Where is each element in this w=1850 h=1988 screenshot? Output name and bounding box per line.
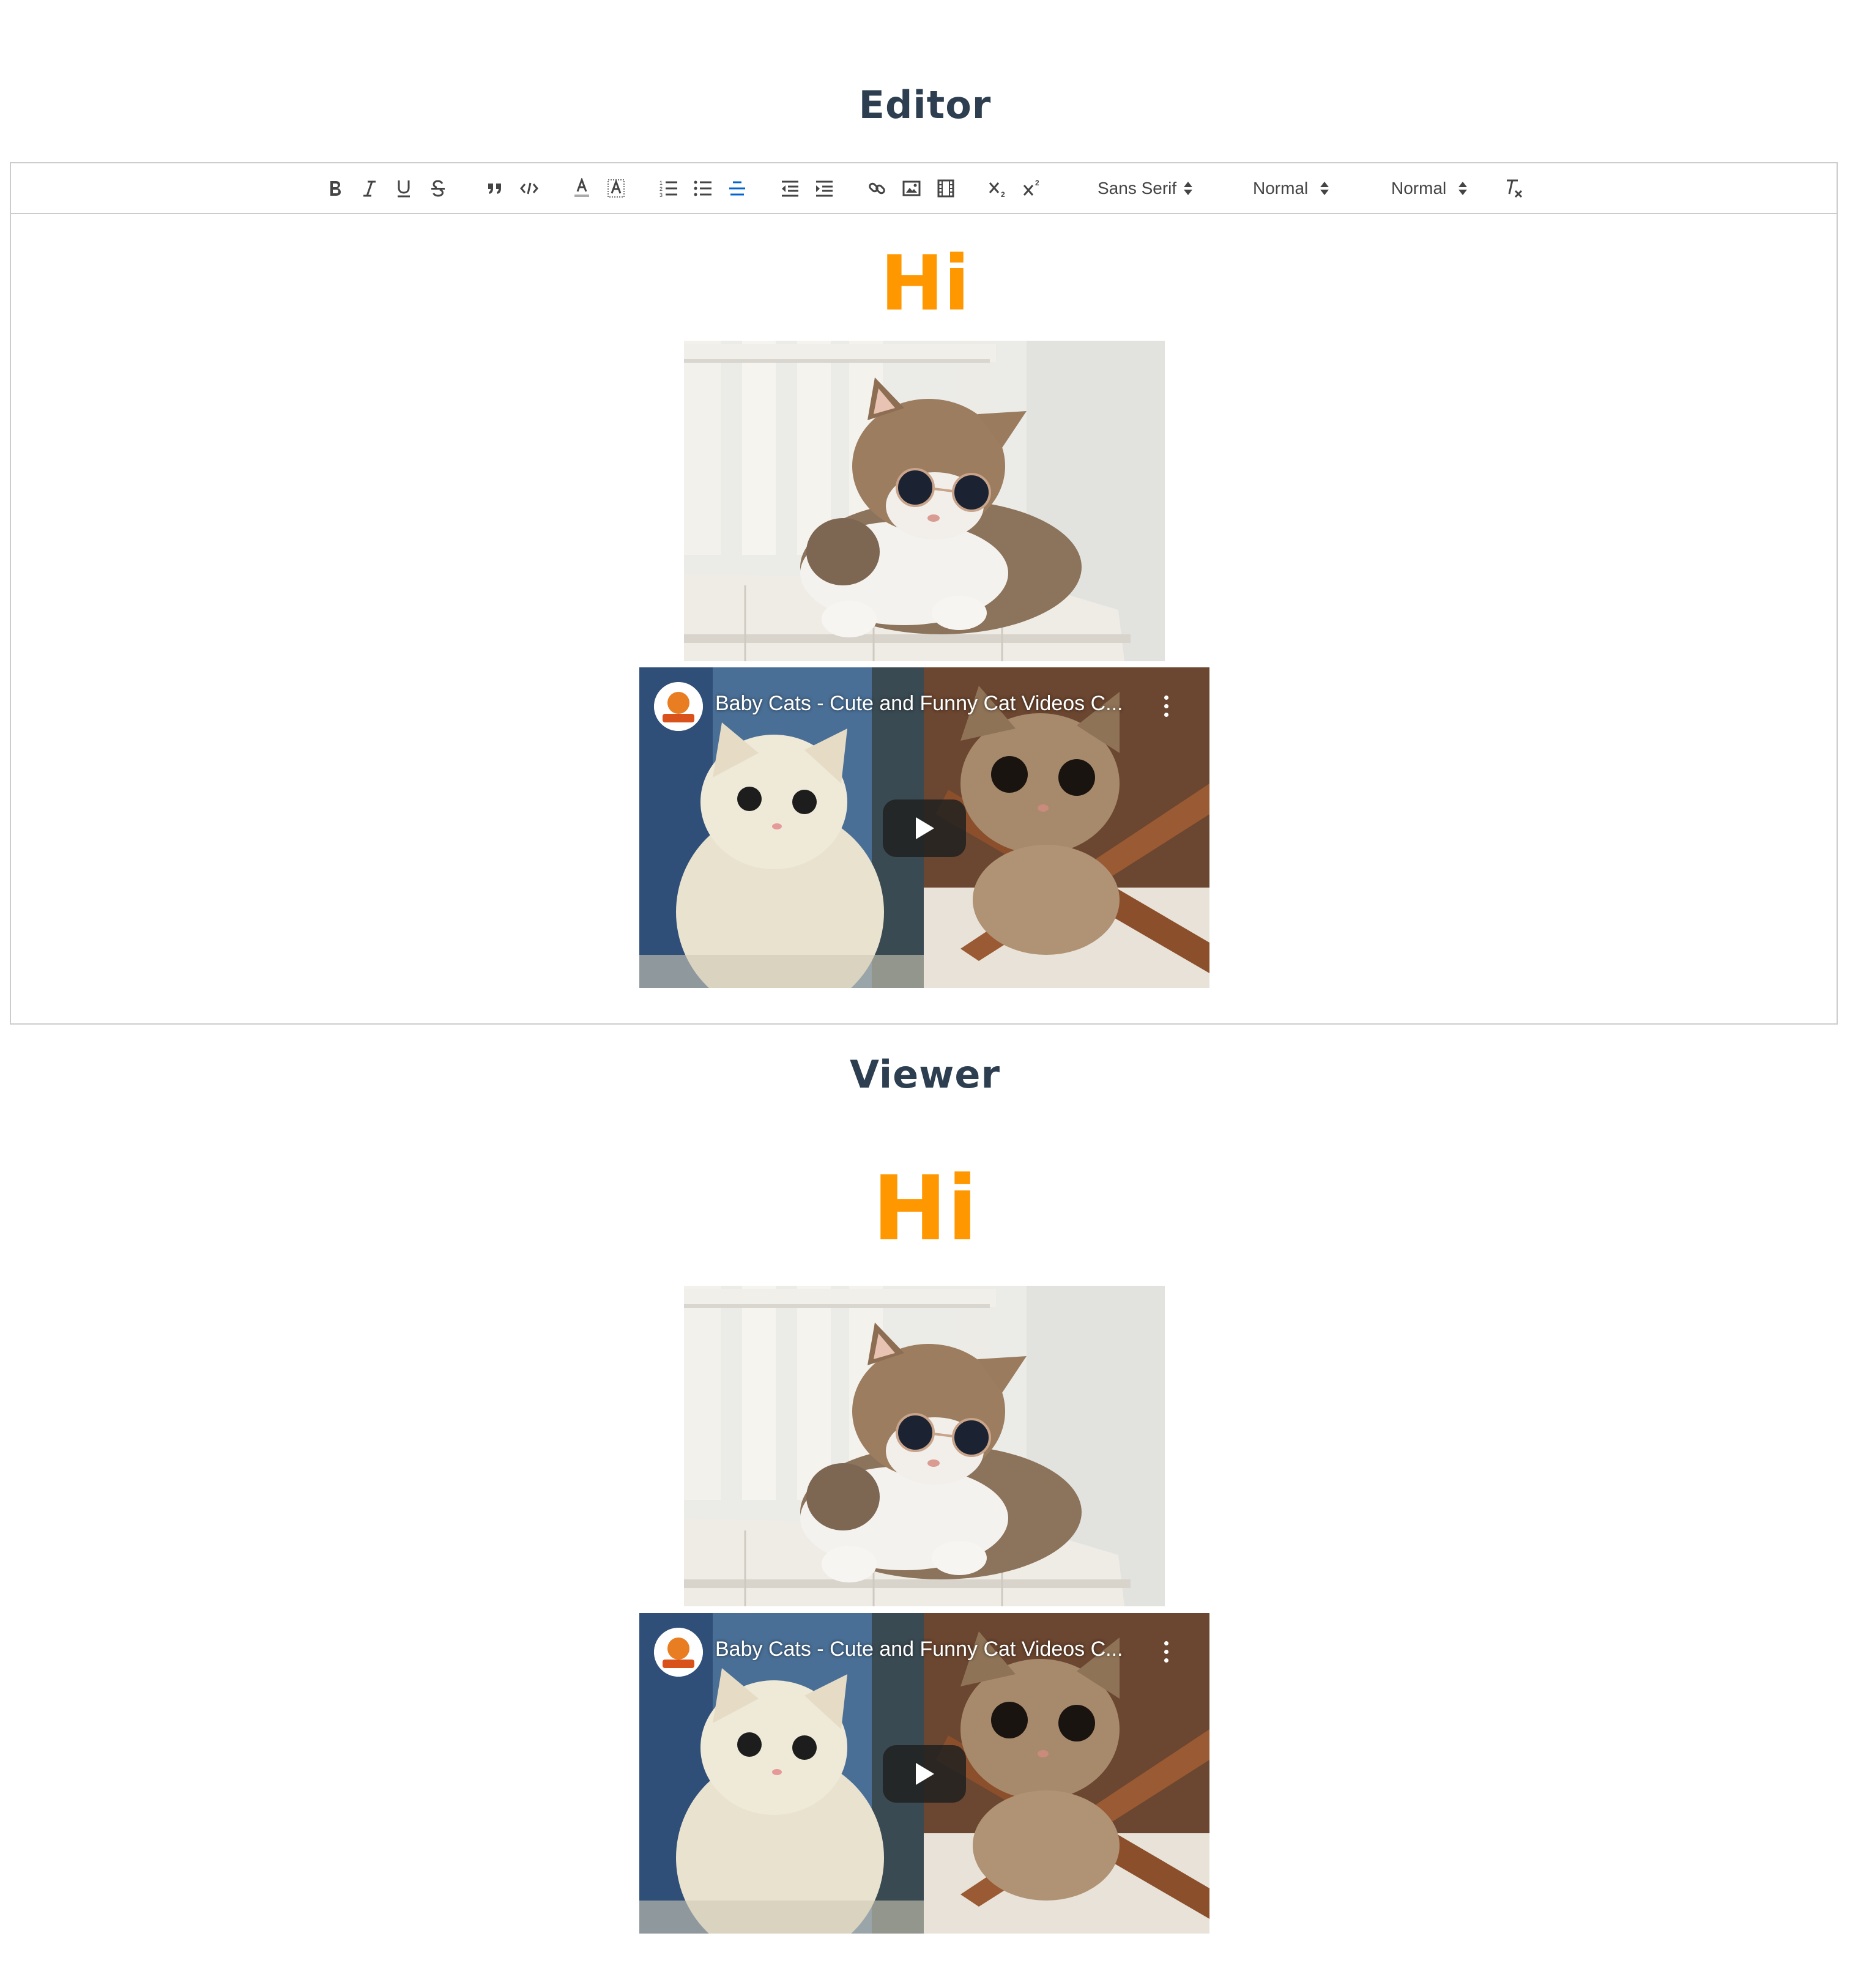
svg-text:3: 3: [659, 192, 663, 198]
clear-format-icon: [1507, 179, 1523, 198]
svg-text:2: 2: [1001, 190, 1005, 198]
align-center-icon: [729, 181, 745, 195]
italic-button[interactable]: [356, 163, 383, 213]
bullet-list-button[interactable]: [689, 163, 716, 213]
cat-photo: [684, 1286, 1165, 1606]
size-picker-label: Normal: [1253, 178, 1309, 198]
underline-button[interactable]: [390, 163, 417, 213]
indent-button[interactable]: [811, 163, 838, 213]
play-button[interactable]: [883, 1745, 966, 1803]
strikethrough-icon: [431, 179, 445, 197]
text-color-button[interactable]: [568, 163, 595, 213]
align-center-button[interactable]: [724, 163, 751, 213]
outdent-button[interactable]: [776, 163, 803, 213]
insert-video-button[interactable]: [932, 163, 959, 213]
link-icon: [869, 182, 885, 194]
code-block-button[interactable]: [516, 163, 543, 213]
cat-photo: [684, 341, 1165, 661]
video-icon: [937, 179, 954, 197]
clean-formatting-button[interactable]: [1500, 163, 1527, 213]
blockquote-icon: [488, 183, 501, 194]
background-color-icon: [607, 179, 625, 198]
picker-arrows-icon: [1458, 181, 1468, 196]
play-button[interactable]: [883, 799, 966, 857]
strikethrough-button[interactable]: [425, 163, 451, 213]
bullet-list-icon: [694, 180, 711, 196]
picker-arrows-icon: [1184, 181, 1193, 196]
channel-logo-icon: [654, 1628, 703, 1677]
indent-icon: [816, 180, 833, 196]
outdent-icon: [782, 180, 798, 196]
ordered-list-icon: 1 2 3: [659, 180, 677, 198]
editor-content-heading[interactable]: Hi: [0, 246, 1850, 322]
background-color-button[interactable]: [603, 163, 630, 213]
more-options-icon[interactable]: [1163, 1640, 1169, 1664]
italic-icon: [363, 180, 376, 196]
link-button[interactable]: [864, 163, 891, 213]
youtube-video-embed[interactable]: Baby Cats - Cute and Funny Cat Videos C.…: [639, 1613, 1209, 1934]
superscript-button[interactable]: 2: [1020, 163, 1047, 213]
picker-arrows-icon: [1320, 181, 1329, 196]
cat-with-sunglasses-image[interactable]: [684, 341, 1165, 661]
font-picker[interactable]: Sans Serif: [1098, 163, 1193, 213]
editor-toolbar: 1 2 3 2 2 Sans Serif Normal Normal: [11, 163, 1837, 214]
superscript-icon: 2: [1023, 179, 1039, 196]
bold-button[interactable]: [322, 163, 349, 213]
subscript-icon: 2: [989, 182, 1005, 198]
svg-text:2: 2: [1035, 179, 1039, 187]
more-options-icon[interactable]: [1163, 694, 1169, 719]
editor-heading: Editor: [858, 83, 992, 127]
svg-text:2: 2: [659, 186, 663, 192]
subscript-button[interactable]: 2: [986, 163, 1012, 213]
svg-text:1: 1: [659, 180, 663, 186]
video-title[interactable]: Baby Cats - Cute and Funny Cat Videos C.…: [715, 692, 1143, 716]
channel-avatar[interactable]: [654, 682, 703, 731]
header-picker[interactable]: Normal: [1391, 163, 1468, 213]
blockquote-button[interactable]: [481, 163, 508, 213]
play-icon: [916, 1763, 934, 1785]
play-icon: [916, 817, 934, 839]
channel-logo-icon: [654, 682, 703, 731]
underline-icon: [398, 180, 410, 197]
bold-icon: [330, 180, 341, 196]
viewer-content-heading: Hi: [872, 1157, 978, 1261]
insert-image-button[interactable]: [898, 163, 925, 213]
code-icon: [520, 182, 538, 194]
viewer-heading: Viewer: [849, 1052, 1001, 1097]
size-picker[interactable]: Normal: [1253, 163, 1329, 213]
header-picker-label: Normal: [1391, 178, 1447, 198]
video-title[interactable]: Baby Cats - Cute and Funny Cat Videos C.…: [715, 1638, 1143, 1661]
font-picker-label: Sans Serif: [1098, 178, 1177, 198]
ordered-list-button[interactable]: 1 2 3: [655, 163, 682, 213]
youtube-video-embed[interactable]: Baby Cats - Cute and Funny Cat Videos C.…: [639, 667, 1209, 988]
channel-avatar[interactable]: [654, 1628, 703, 1677]
text-color-icon: [574, 177, 589, 197]
image-icon: [902, 180, 921, 196]
cat-with-sunglasses-image: [684, 1286, 1165, 1606]
